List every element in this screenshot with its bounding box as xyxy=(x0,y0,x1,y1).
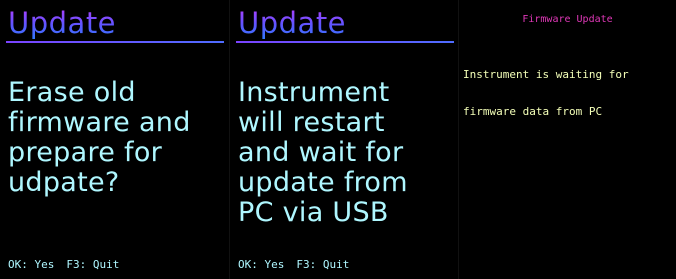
prompt-line: firmware and xyxy=(8,107,191,138)
erase-confirm-screen: Update Erase old firmware and prepare fo… xyxy=(0,0,228,279)
message-line: PC via USB xyxy=(238,197,389,228)
firmware-update-title: Firmware Update xyxy=(522,14,613,25)
prompt-line: prepare for xyxy=(8,137,163,168)
message-line: and wait for xyxy=(238,137,404,168)
softkey-footer: OK: Yes F3: Quit xyxy=(238,258,349,272)
erase-prompt: Erase old firmware and prepare for udpat… xyxy=(8,78,226,198)
restart-notice-screen: Update Instrument will restart and wait … xyxy=(230,0,458,279)
restart-message: Instrument will restart and wait for upd… xyxy=(238,78,456,228)
message-line: Instrument xyxy=(238,77,390,108)
screen-title: Update xyxy=(238,6,347,40)
title-underline xyxy=(236,41,454,43)
screen-title: Update xyxy=(8,6,117,40)
softkey-footer: OK: Yes F3: Quit xyxy=(8,258,119,272)
message-line: will restart xyxy=(238,107,385,138)
message-line: update from xyxy=(238,167,408,198)
ok-yes-softkey[interactable]: OK: Yes xyxy=(8,258,54,271)
title-underline xyxy=(6,41,224,43)
f3-quit-softkey[interactable]: F3: Quit xyxy=(296,258,349,271)
waiting-message-line: firmware data from PC xyxy=(463,105,603,118)
f3-quit-softkey[interactable]: F3: Quit xyxy=(66,258,119,271)
prompt-line: Erase old xyxy=(8,77,136,108)
ok-yes-softkey[interactable]: OK: Yes xyxy=(238,258,284,271)
waiting-message-line: Instrument is waiting for xyxy=(463,68,629,81)
firmware-waiting-screen: Firmware Update Instrument is waiting fo… xyxy=(459,0,676,279)
prompt-line: udpate? xyxy=(8,167,120,198)
